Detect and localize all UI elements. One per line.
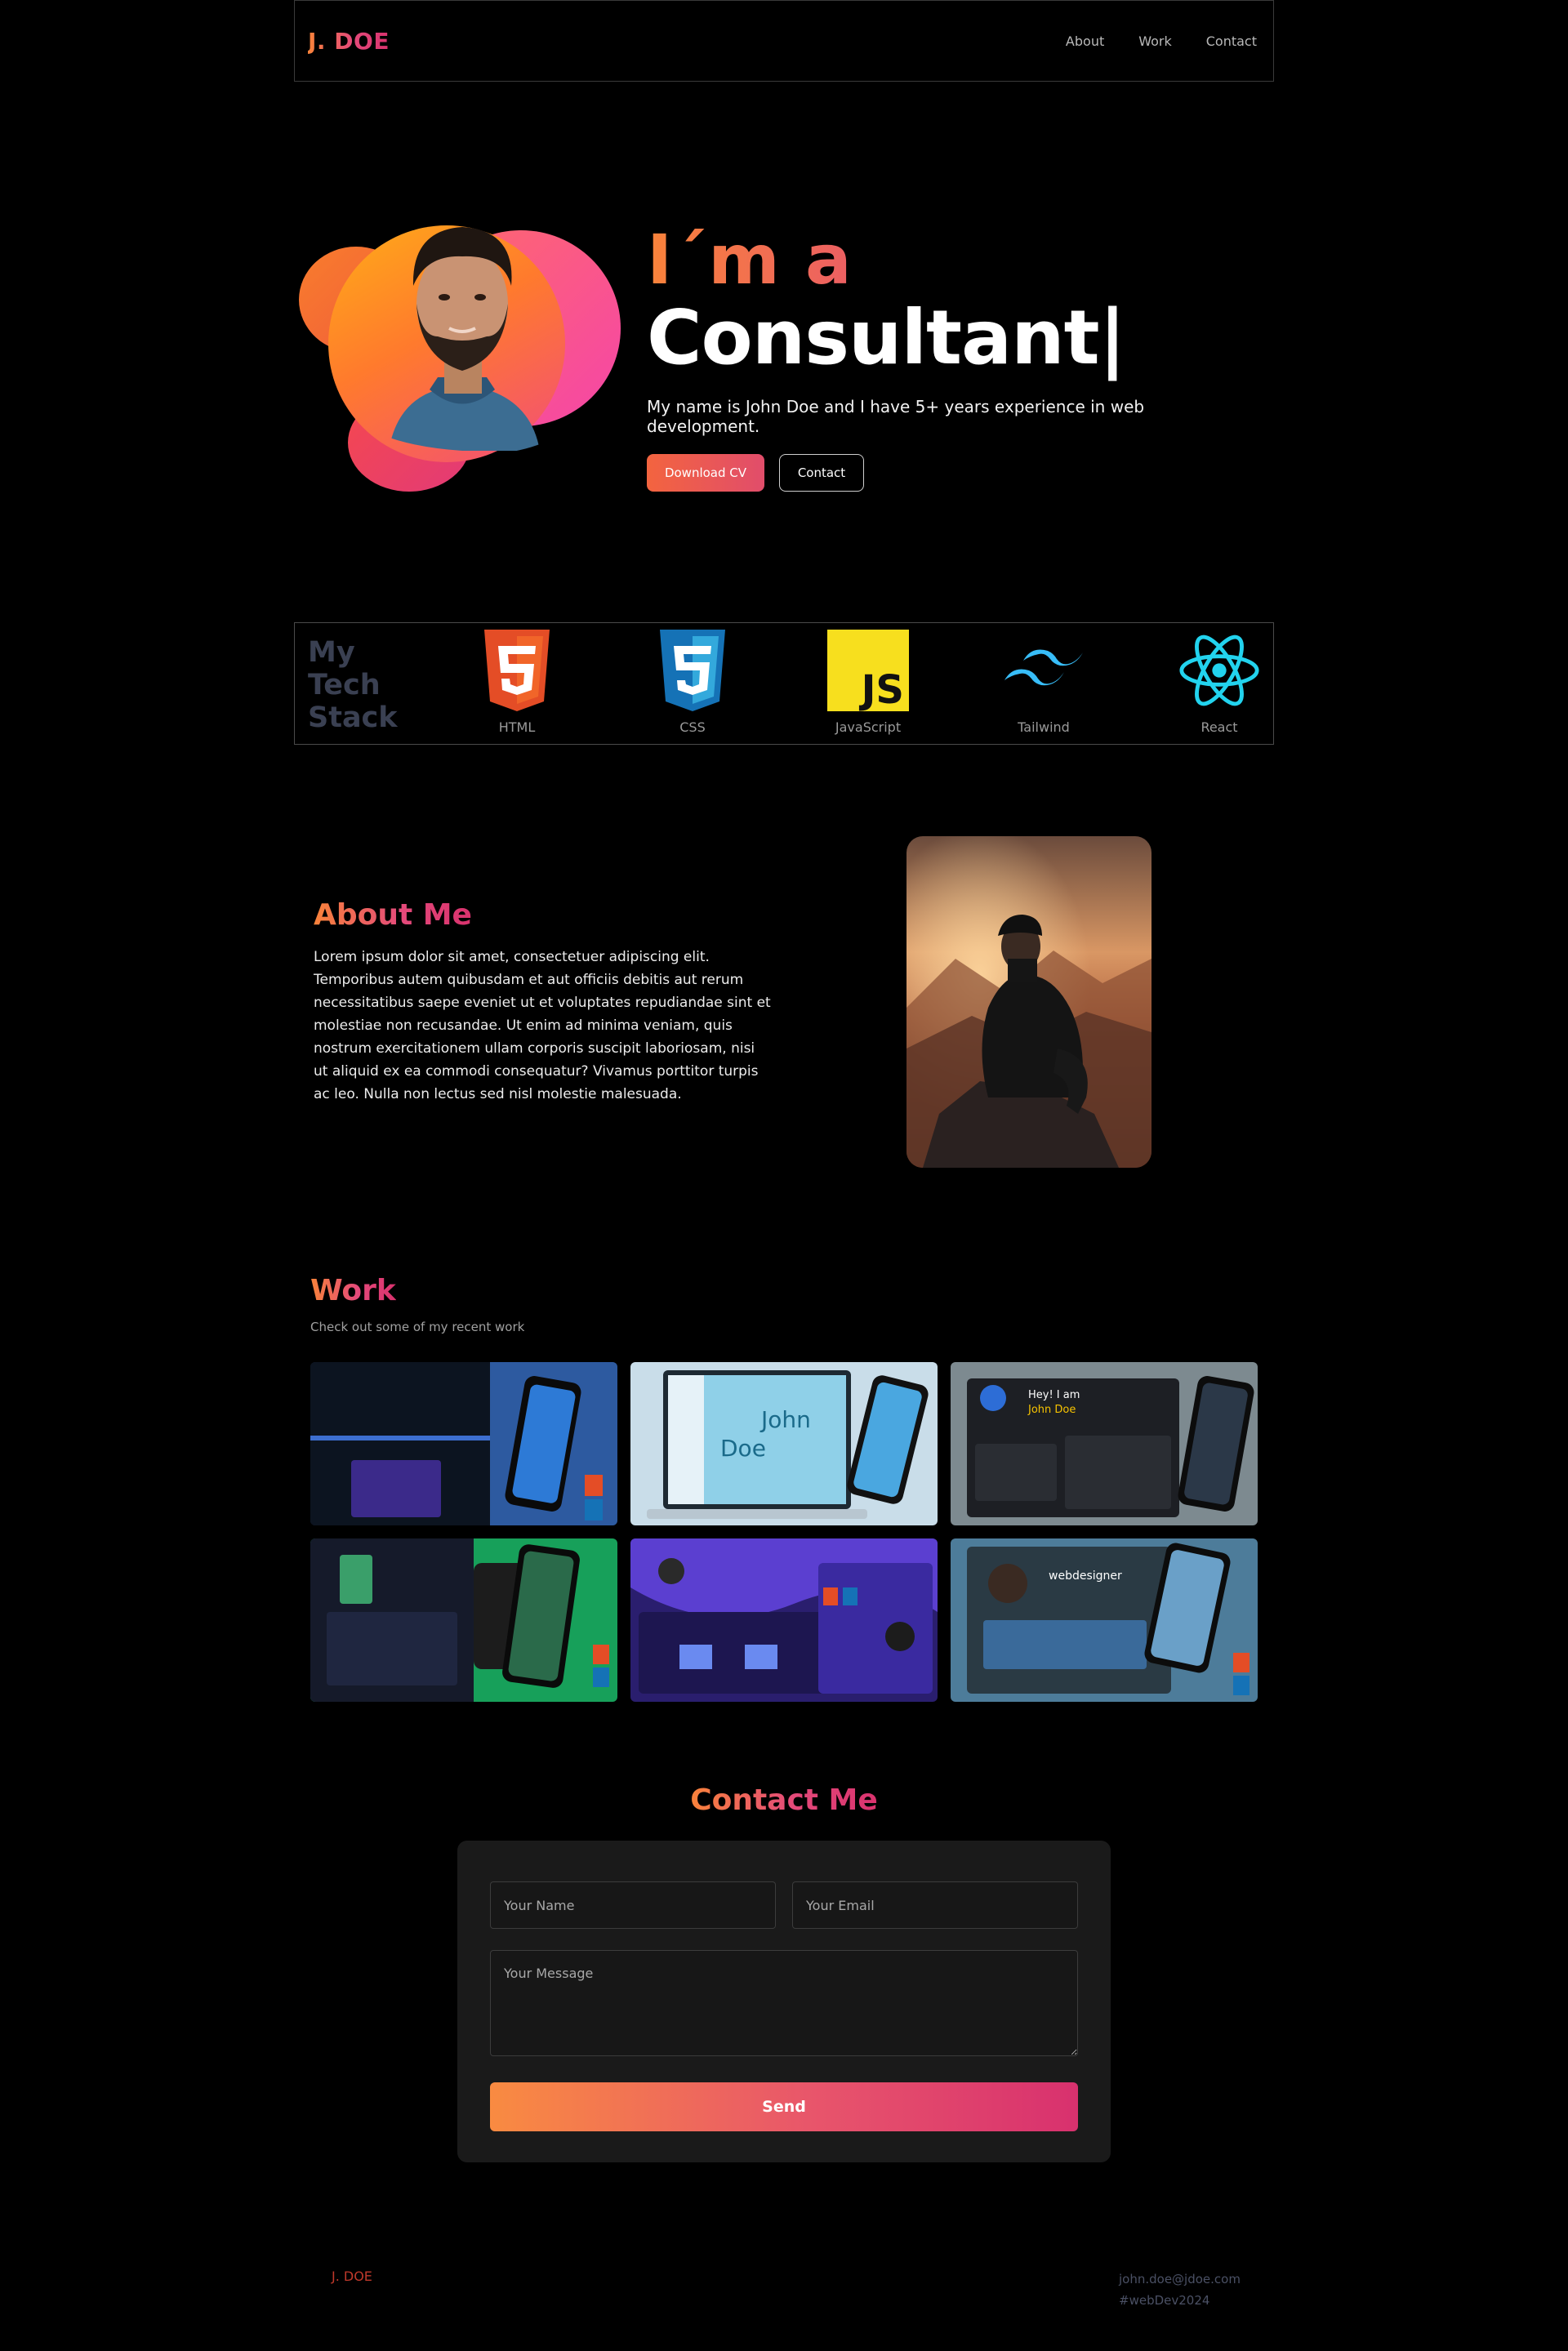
hero-heading-line2: Consultant|: [647, 294, 1126, 381]
react-icon: [1178, 630, 1260, 711]
send-button[interactable]: Send: [490, 2082, 1078, 2131]
portrait-photo: [389, 227, 540, 451]
about-photo: [906, 836, 1152, 1168]
footer-email[interactable]: john.doe@jdoe.com: [1119, 2269, 1241, 2290]
html5-icon: [476, 630, 558, 711]
footer-tag: #webDev2024: [1119, 2293, 1210, 2308]
tech-title-line: My: [308, 636, 355, 669]
tech-item-html: HTML: [460, 630, 574, 735]
tech-stack: My Tech Stack HTML CSS JS JavaScript Tai…: [294, 622, 1274, 745]
tech-item-react: React: [1162, 630, 1276, 735]
hero-contact-button[interactable]: Contact: [779, 454, 864, 492]
svg-text:JS: JS: [859, 667, 904, 711]
email-input[interactable]: [792, 1881, 1078, 1929]
tech-label: HTML: [498, 719, 536, 735]
work-title: Work: [310, 1274, 396, 1307]
hero-text: I´m a Consultant| My name is John Doe an…: [647, 222, 1235, 492]
work-card[interactable]: [310, 1362, 617, 1525]
logo[interactable]: J. DOE: [308, 28, 390, 55]
contact-title-text: Contact Me: [690, 1783, 878, 1817]
hero-subtitle: My name is John Doe and I have 5+ years …: [647, 397, 1145, 436]
nav-link-contact[interactable]: Contact: [1206, 33, 1257, 49]
hero-buttons: Download CV Contact: [647, 454, 1235, 492]
svg-text:John: John: [760, 1406, 811, 1433]
hero-heading-line1: I´m a: [647, 222, 1235, 297]
nav-link-about[interactable]: About: [1066, 33, 1104, 49]
footer-logo[interactable]: J. DOE: [332, 2269, 372, 2284]
svg-text:Doe: Doe: [720, 1435, 766, 1462]
work-card[interactable]: Hey! I am John Doe: [951, 1362, 1258, 1525]
tech-label: React: [1200, 719, 1238, 735]
footer-info: john.doe@jdoe.com #webDev2024: [1119, 2269, 1241, 2311]
tech-item-css: CSS: [635, 630, 750, 735]
nav-links: About Work Contact: [1066, 33, 1257, 49]
top-nav: J. DOE About Work Contact: [294, 0, 1274, 82]
about-title: About Me: [314, 898, 472, 932]
svg-text:Hey! I am: Hey! I am: [1028, 1389, 1080, 1401]
tech-label: CSS: [679, 719, 706, 735]
tech-label: Tailwind: [1018, 719, 1070, 735]
tech-item-tailwind: Tailwind: [987, 630, 1101, 735]
work-card[interactable]: [310, 1538, 617, 1702]
tech-stack-title: My Tech Stack: [308, 636, 398, 734]
message-textarea[interactable]: [490, 1950, 1078, 2056]
tech-item-javascript: JS JavaScript: [811, 630, 925, 735]
svg-text:webdesigner: webdesigner: [1049, 1570, 1122, 1583]
work-grid: John Doe Hey! I am John Doe webdesigner: [310, 1362, 1258, 1702]
about-body: Lorem ipsum dolor sit amet, consectetuer…: [314, 949, 771, 1102]
tech-label: JavaScript: [835, 719, 902, 735]
svg-text:John Doe: John Doe: [1027, 1404, 1076, 1416]
css3-icon: [652, 630, 733, 711]
tailwind-icon: [1003, 630, 1085, 711]
work-card[interactable]: [630, 1538, 938, 1702]
javascript-icon: JS: [827, 630, 909, 711]
name-input[interactable]: [490, 1881, 776, 1929]
contact-title: Contact Me: [0, 1783, 1568, 1817]
nav-link-work[interactable]: Work: [1138, 33, 1172, 49]
contact-form: Send: [457, 1841, 1111, 2162]
work-card[interactable]: John Doe: [630, 1362, 938, 1525]
work-card[interactable]: webdesigner: [951, 1538, 1258, 1702]
hero-avatar: [299, 214, 621, 492]
tech-title-line: Tech: [308, 669, 381, 701]
work-subtitle: Check out some of my recent work: [310, 1320, 525, 1334]
tech-title-line: Stack: [308, 701, 398, 734]
download-cv-button[interactable]: Download CV: [647, 454, 764, 492]
